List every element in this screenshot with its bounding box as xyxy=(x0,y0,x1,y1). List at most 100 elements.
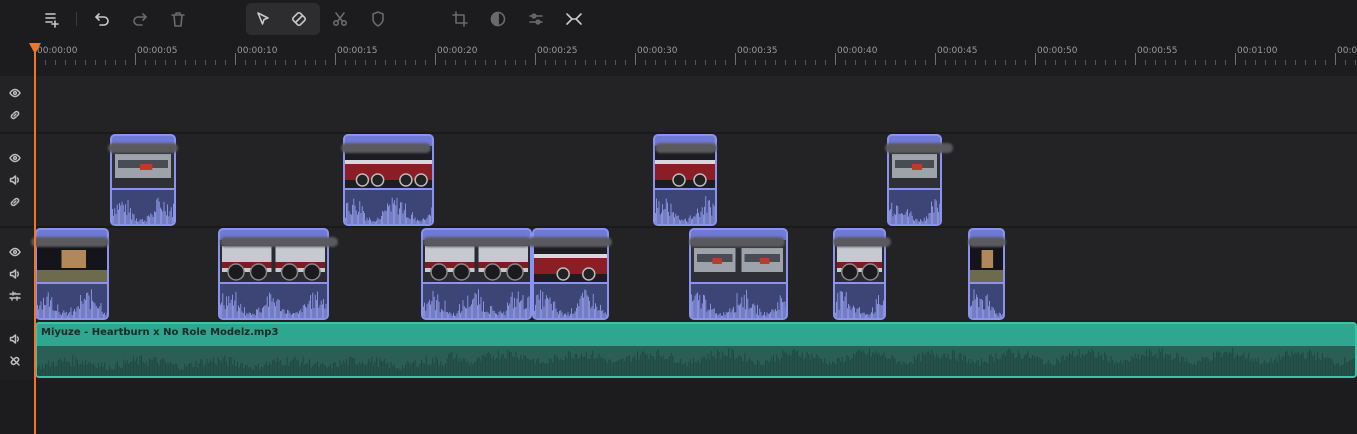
ruler-tick xyxy=(1185,60,1186,65)
playhead[interactable] xyxy=(34,44,36,434)
undo-button[interactable] xyxy=(89,6,115,32)
razor-tool-button[interactable] xyxy=(286,6,312,32)
eye-icon[interactable] xyxy=(8,245,22,259)
speaker-icon[interactable] xyxy=(8,173,22,187)
ruler-tick xyxy=(485,60,486,65)
ruler-tick xyxy=(1165,60,1166,65)
playhead-handle[interactable] xyxy=(29,43,41,54)
music-clip[interactable]: Miyuze - Heartburn x No Role Modelz.mp3 xyxy=(35,322,1357,378)
ruler-tick xyxy=(375,60,376,65)
ruler-label: 00:00:10 xyxy=(237,46,278,56)
ruler-tick xyxy=(945,60,946,65)
ruler-label: 00:01:05 xyxy=(1337,46,1357,56)
timeline-ruler[interactable]: 00:00:00 00:00:05 00:00:10 00:00:15 00:00:20… xyxy=(0,40,1357,74)
crop-button[interactable] xyxy=(447,6,473,32)
transition-button[interactable] xyxy=(561,6,587,32)
ruler-label: 00:00:30 xyxy=(637,46,678,56)
delete-button[interactable] xyxy=(165,6,191,32)
ruler-tick xyxy=(855,60,856,65)
eye-icon[interactable] xyxy=(8,86,22,100)
ruler-label: 00:00:25 xyxy=(537,46,578,56)
ruler-tick xyxy=(545,60,546,65)
ruler-tick xyxy=(275,60,276,65)
blade-icon xyxy=(291,11,307,27)
color-button[interactable] xyxy=(485,6,511,32)
adjust-button[interactable] xyxy=(523,6,549,32)
ruler-tick xyxy=(1295,60,1296,65)
ruler-tick xyxy=(515,60,516,65)
clip-title-redacted xyxy=(968,237,1006,247)
ruler-tick xyxy=(1125,60,1126,65)
clip-title-redacted xyxy=(341,143,431,153)
ruler-tick xyxy=(755,60,756,65)
ruler-tick xyxy=(1035,53,1036,65)
ruler-tick xyxy=(775,60,776,65)
clip-waveform xyxy=(112,188,174,224)
clip-title-redacted xyxy=(833,237,891,247)
ruler-tick xyxy=(765,60,766,65)
track-3 xyxy=(0,228,1357,320)
toolbar-divider xyxy=(76,12,77,26)
ruler-tick xyxy=(865,60,866,65)
clip-title-redacted xyxy=(689,237,785,247)
ruler-tick xyxy=(435,53,436,65)
ruler-tick xyxy=(845,60,846,65)
clip-title-redacted xyxy=(108,143,178,153)
link-icon[interactable] xyxy=(8,195,22,209)
ruler-tick xyxy=(1215,60,1216,65)
ruler-label: 00:00:45 xyxy=(937,46,978,56)
speaker-icon[interactable] xyxy=(8,332,22,346)
trash-icon xyxy=(171,12,185,27)
ruler-tick xyxy=(715,60,716,65)
split-button[interactable] xyxy=(327,6,353,32)
ruler-tick xyxy=(1255,60,1256,65)
link-icon[interactable] xyxy=(8,108,22,122)
ruler-tick xyxy=(455,60,456,65)
ruler-tick xyxy=(45,60,46,65)
mask-button[interactable] xyxy=(365,6,391,32)
clip-waveform xyxy=(970,282,1003,318)
clip-title-redacted xyxy=(423,237,531,247)
ruler-tick xyxy=(555,60,556,65)
ruler-label: 00:00:00 xyxy=(37,46,78,56)
speaker-icon[interactable] xyxy=(8,267,22,281)
clip-waveform xyxy=(534,282,607,318)
ruler-tick xyxy=(1045,60,1046,65)
ruler-tick xyxy=(675,60,676,65)
ruler-tick xyxy=(75,60,76,65)
ruler-tick xyxy=(135,53,136,65)
ruler-label: 00:00:15 xyxy=(337,46,378,56)
ruler-tick xyxy=(785,60,786,65)
ruler-tick xyxy=(595,60,596,65)
ruler-tick xyxy=(65,60,66,65)
ruler-tick xyxy=(115,60,116,65)
ruler-tick xyxy=(1275,60,1276,65)
ruler-label: 00:00:05 xyxy=(137,46,178,56)
ruler-tick xyxy=(815,60,816,65)
ruler-tick xyxy=(805,60,806,65)
unlink-icon[interactable] xyxy=(8,354,22,368)
ruler-tick xyxy=(415,60,416,65)
ruler-tick xyxy=(1175,60,1176,65)
clip-waveform xyxy=(691,282,786,318)
ruler-tick xyxy=(235,53,236,65)
ruler-tick xyxy=(745,60,746,65)
clip-title-redacted xyxy=(528,237,612,247)
ruler-tick xyxy=(565,60,566,65)
ruler-tick xyxy=(55,60,56,65)
eye-icon[interactable] xyxy=(8,151,22,165)
redo-button[interactable] xyxy=(127,6,153,32)
ruler-tick xyxy=(955,60,956,65)
clip-waveform xyxy=(835,282,884,318)
ruler-tick xyxy=(695,60,696,65)
ruler-tick xyxy=(325,60,326,65)
ruler-tick xyxy=(1265,60,1266,65)
effects-icon[interactable] xyxy=(8,289,22,303)
add-track-button[interactable] xyxy=(39,6,65,32)
music-clip-title: Miyuze - Heartburn x No Role Modelz.mp3 xyxy=(41,327,279,338)
clip-waveform xyxy=(423,282,530,318)
track-1 xyxy=(0,76,1357,132)
ruler-tick xyxy=(85,60,86,65)
ruler-tick xyxy=(1105,60,1106,65)
select-tool-button[interactable] xyxy=(250,6,276,32)
